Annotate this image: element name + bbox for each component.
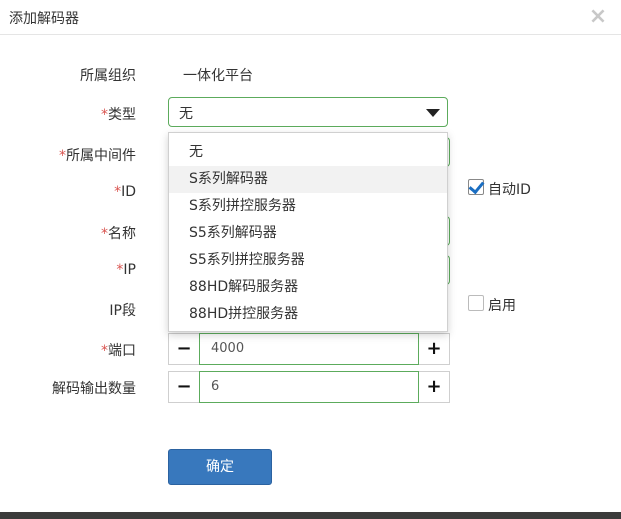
middleware-label-text: 所属中间件 (66, 148, 136, 164)
enable-label: 启用 (488, 298, 516, 314)
id-label: *ID (0, 184, 136, 200)
org-label: 所属组织 (80, 68, 136, 84)
window-bottom-edge (0, 512, 621, 519)
dropdown-option[interactable]: S5系列拼控服务器 (169, 247, 447, 274)
name-label: *名称 (0, 223, 136, 243)
check-icon (468, 177, 485, 195)
dropdown-option[interactable]: 88HD解码服务器 (169, 274, 447, 301)
close-icon[interactable]: × (588, 6, 608, 28)
required-mark: * (59, 148, 66, 164)
decode-output-input[interactable]: 6 (199, 371, 419, 403)
required-mark: * (101, 107, 108, 123)
confirm-button[interactable]: 确定 (168, 449, 272, 485)
decode-output-value: 6 (211, 379, 220, 394)
dropdown-option[interactable]: S系列解码器 (169, 166, 447, 193)
required-mark: * (101, 343, 108, 359)
type-dropdown-list: 无 S系列解码器 S系列拼控服务器 S5系列解码器 S5系列拼控服务器 88HD… (168, 132, 448, 332)
auto-id-label: 自动ID (488, 182, 531, 198)
dropdown-option[interactable]: 88HD拼控服务器 (169, 301, 447, 328)
type-select-value: 无 (179, 106, 193, 122)
id-label-text: ID (121, 184, 136, 200)
required-mark: * (101, 226, 108, 242)
plus-icon[interactable]: + (419, 334, 449, 364)
name-label-text: 名称 (108, 226, 136, 242)
port-value: 4000 (211, 341, 245, 356)
middleware-label: *所属中间件 (0, 145, 136, 165)
type-label-text: 类型 (108, 107, 136, 123)
minus-icon[interactable]: − (169, 334, 199, 364)
decode-output-label: 解码输出数量 (52, 381, 136, 397)
dropdown-option[interactable]: S系列拼控服务器 (169, 193, 447, 220)
auto-id-checkbox[interactable] (468, 177, 485, 195)
plus-icon[interactable]: + (419, 372, 449, 402)
dialog-title: 添加解码器 (9, 11, 79, 27)
port-label-text: 端口 (108, 343, 136, 359)
port-input[interactable]: 4000 (199, 333, 419, 365)
minus-icon[interactable]: − (169, 372, 199, 402)
ip-label: *IP (0, 262, 136, 278)
decode-output-stepper: − 6 + (168, 371, 450, 403)
dialog-header: 添加解码器 × (0, 0, 621, 35)
port-label: *端口 (0, 340, 136, 360)
port-stepper: − 4000 + (168, 333, 450, 365)
caret-down-icon[interactable] (426, 109, 440, 117)
ip-label-text: IP (123, 262, 136, 278)
dropdown-option[interactable]: 无 (169, 139, 447, 166)
ip-range-label: IP段 (109, 303, 136, 319)
org-value: 一体化平台 (183, 68, 253, 84)
type-label: *类型 (0, 104, 136, 124)
enable-checkbox[interactable] (468, 295, 484, 311)
type-select[interactable]: 无 (168, 97, 448, 127)
dropdown-option[interactable]: S5系列解码器 (169, 220, 447, 247)
